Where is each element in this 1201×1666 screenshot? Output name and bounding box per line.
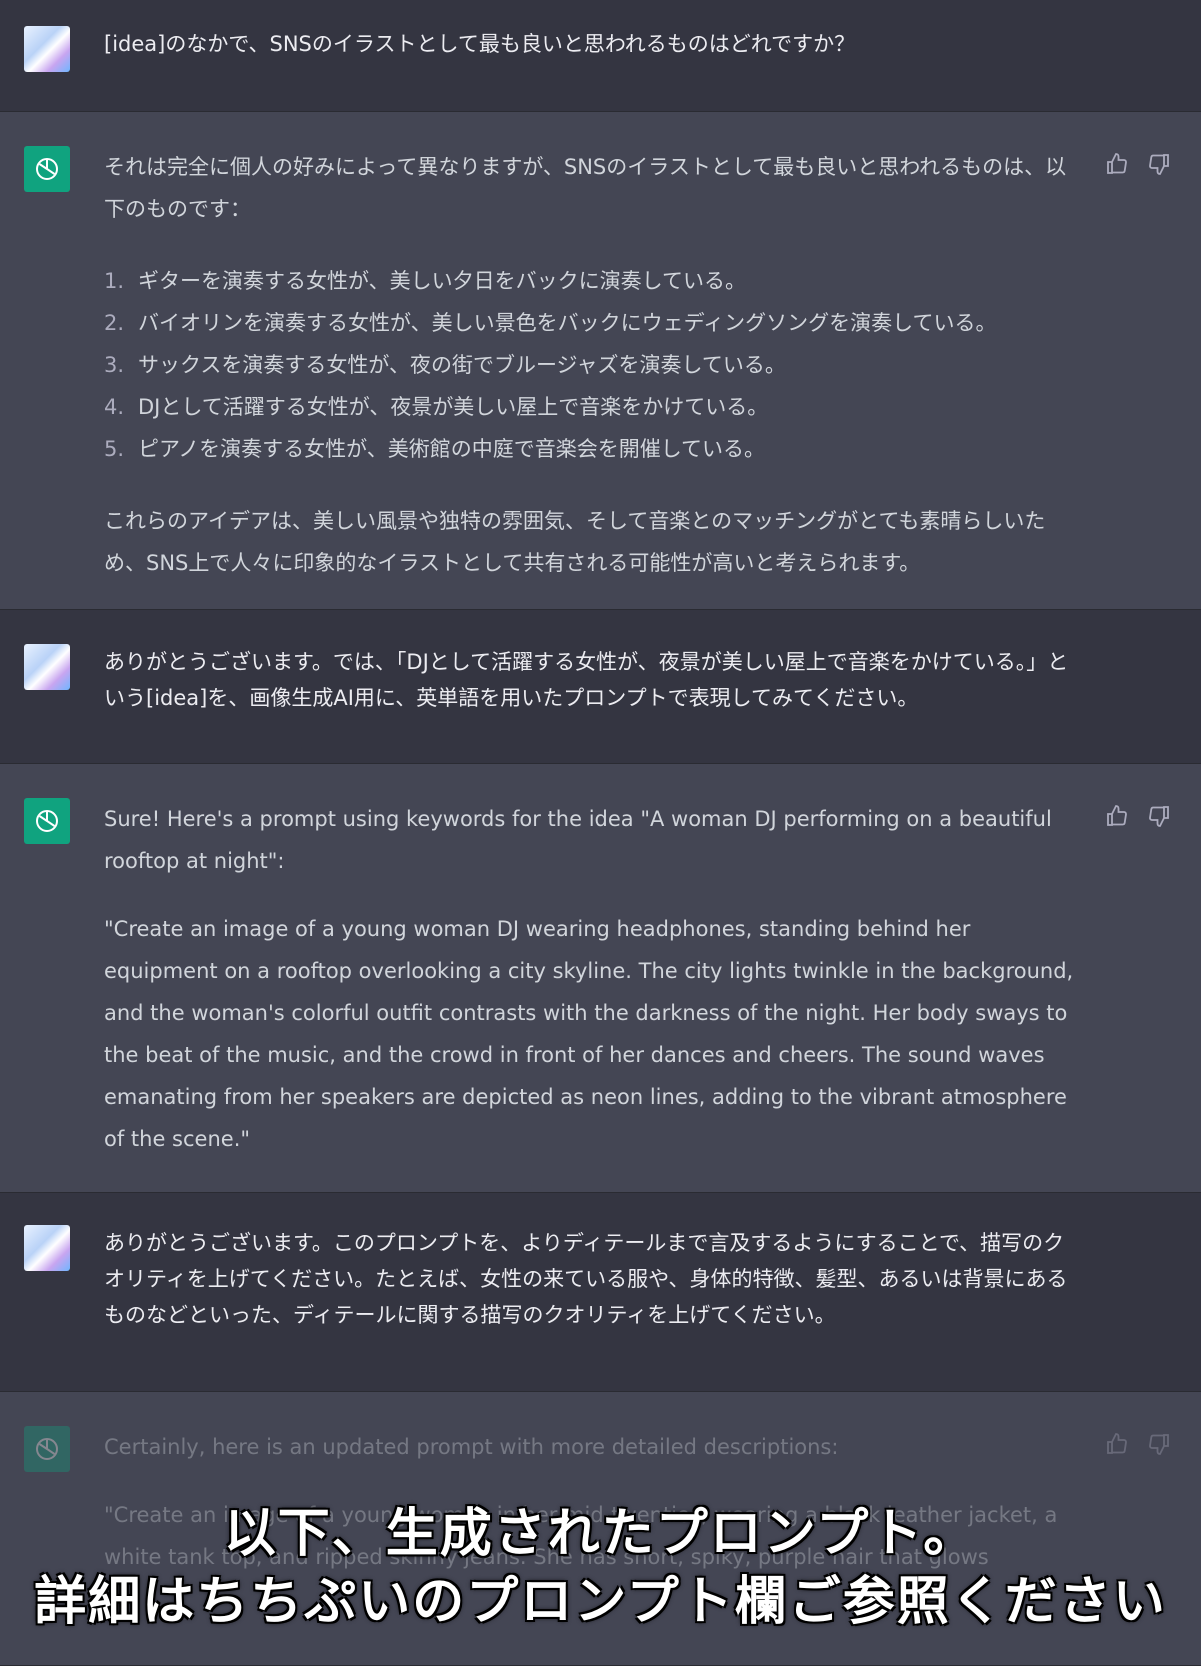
list-item: 1. ギターを演奏する女性が、美しい夕日をバックに演奏している。 bbox=[104, 269, 746, 293]
user-message-text: [idea]のなかで、SNSのイラストとして最も良いと思われるものはどれですか？ bbox=[104, 32, 856, 56]
assistant-intro: Certainly, here is an updated prompt wit… bbox=[104, 1435, 839, 1459]
caption-line-2: 詳細はちちぷいのプロンプト欄ご参照ください bbox=[34, 1572, 1167, 1632]
assistant-message-2: Sure! Here's a prompt using keywords for… bbox=[0, 764, 1201, 1193]
feedback-buttons bbox=[1105, 152, 1171, 180]
openai-logo-icon bbox=[36, 158, 58, 180]
user-avatar bbox=[24, 1225, 70, 1271]
assistant-message-1: それは完全に個人の好みによって異なりますが、SNSのイラストとして最も良いと思わ… bbox=[0, 112, 1201, 610]
thumbs-down-icon[interactable] bbox=[1147, 804, 1171, 832]
assistant-message-content: Sure! Here's a prompt using keywords for… bbox=[104, 798, 1079, 1160]
caption-line-1: 以下、生成されたプロンプト。 bbox=[223, 1504, 978, 1564]
thumbs-down-icon[interactable] bbox=[1147, 1432, 1171, 1460]
user-message-3: ありがとうございます。このプロンプトを、よりディテールまで言及するようにすること… bbox=[0, 1193, 1201, 1392]
list-item: 3. サックスを演奏する女性が、夜の街でブルージャズを演奏している。 bbox=[104, 353, 786, 377]
caption-overlay: 以下、生成されたプロンプト。 詳細はちちぷいのプロンプト欄ご参照ください bbox=[0, 1500, 1201, 1636]
openai-logo-icon bbox=[36, 810, 58, 832]
bot-avatar bbox=[24, 1426, 70, 1472]
user-message-1: [idea]のなかで、SNSのイラストとして最も良いと思われるものはどれですか？ bbox=[0, 0, 1201, 112]
bot-avatar bbox=[24, 798, 70, 844]
assistant-prompt-text: "Create an image of a young woman DJ wea… bbox=[104, 917, 1074, 1151]
user-avatar bbox=[24, 26, 70, 72]
openai-logo-icon bbox=[36, 1438, 58, 1460]
idea-list: 1. ギターを演奏する女性が、美しい夕日をバックに演奏している。 2. バイオリンを… bbox=[104, 260, 1079, 470]
list-item: 5. ピアノを演奏する女性が、美術館の中庭で音楽会を開催している。 bbox=[104, 437, 766, 461]
assistant-intro: それは完全に個人の好みによって異なりますが、SNSのイラストとして最も良いと思わ… bbox=[104, 155, 1067, 221]
feedback-buttons bbox=[1105, 1432, 1171, 1460]
thumbs-down-icon[interactable] bbox=[1147, 152, 1171, 180]
user-message-text: ありがとうございます。では、「DJとして活躍する女性が、夜景が美しい屋上で音楽を… bbox=[104, 650, 1069, 710]
assistant-intro: Sure! Here's a prompt using keywords for… bbox=[104, 807, 1052, 873]
user-message-text: ありがとうございます。このプロンプトを、よりディテールまで言及するようにすること… bbox=[104, 1231, 1068, 1327]
thumbs-up-icon[interactable] bbox=[1105, 804, 1129, 832]
bot-avatar bbox=[24, 146, 70, 192]
user-message-2: ありがとうございます。では、「DJとして活躍する女性が、夜景が美しい屋上で音楽を… bbox=[0, 610, 1201, 764]
assistant-outro: これらのアイデアは、美しい風景や独特の雰囲気、そして音楽とのマッチングがとても素… bbox=[104, 509, 1046, 575]
user-avatar bbox=[24, 644, 70, 690]
list-item: 4. DJとして活躍する女性が、夜景が美しい屋上で音楽をかけている。 bbox=[104, 395, 769, 419]
thumbs-up-icon[interactable] bbox=[1105, 152, 1129, 180]
list-item: 2. バイオリンを演奏する女性が、美しい景色をバックにウェディングソングを演奏して… bbox=[104, 311, 997, 335]
assistant-message-content: それは完全に個人の好みによって異なりますが、SNSのイラストとして最も良いと思わ… bbox=[104, 146, 1079, 584]
thumbs-up-icon[interactable] bbox=[1105, 1432, 1129, 1460]
feedback-buttons bbox=[1105, 804, 1171, 832]
